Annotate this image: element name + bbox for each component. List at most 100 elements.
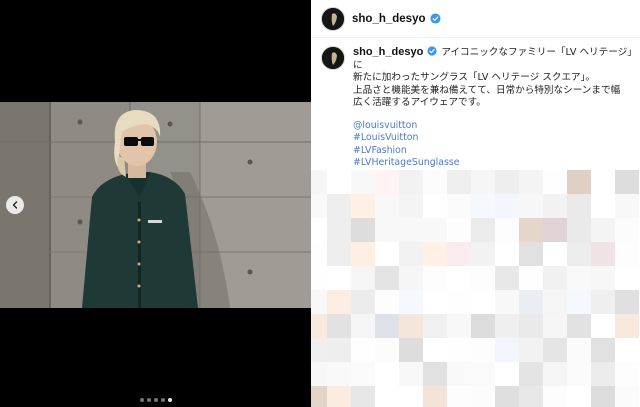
- caption-body: sho_h_desyo アイコニックなファミリー「LV ヘリテージ」に 新たに加…: [353, 46, 633, 169]
- mosaic-cell: [543, 266, 567, 290]
- verified-check-icon: [429, 13, 441, 24]
- mosaic-cell: [375, 170, 399, 194]
- avatar[interactable]: [321, 6, 345, 31]
- mosaic-cell: [311, 290, 327, 314]
- mosaic-cell: [591, 170, 615, 194]
- mosaic-cell: [311, 386, 327, 407]
- mosaic-cell: [399, 386, 423, 407]
- mosaic-cell: [591, 338, 615, 362]
- mosaic-cell: [351, 218, 375, 242]
- mosaic-cell: [375, 362, 399, 386]
- mosaic-cell: [351, 290, 375, 314]
- mosaic-cell: [311, 194, 327, 218]
- mosaic-cell: [447, 218, 471, 242]
- mosaic-cell: [495, 338, 519, 362]
- mosaic-cell: [543, 314, 567, 338]
- post-photo: [0, 102, 311, 308]
- post-header: sho_h_desyo: [311, 0, 640, 38]
- mosaic-cell: [327, 170, 351, 194]
- mosaic-cell: [423, 386, 447, 407]
- header-username[interactable]: sho_h_desyo: [352, 13, 426, 25]
- caption-username[interactable]: sho_h_desyo: [353, 46, 423, 58]
- mosaic-cell: [543, 194, 567, 218]
- mosaic-cell: [543, 338, 567, 362]
- mosaic-cell: [615, 386, 639, 407]
- mosaic-cell: [399, 218, 423, 242]
- mosaic-cell: [311, 338, 327, 362]
- post-media: [0, 0, 311, 407]
- mosaic-cell: [447, 266, 471, 290]
- mosaic-cell: [471, 362, 495, 386]
- verified-check-icon: [427, 46, 437, 56]
- mosaic-cell: [519, 338, 543, 362]
- carousel-prev-button[interactable]: [6, 196, 24, 214]
- mosaic-cell: [495, 242, 519, 266]
- mosaic-cell: [615, 194, 639, 218]
- mosaic-cell: [567, 170, 591, 194]
- caption-line: 新たに加わったサングラス「LV ヘリテージ スクエア」。: [353, 72, 596, 84]
- mosaic-cell: [495, 194, 519, 218]
- mosaic-cell: [519, 290, 543, 314]
- hashtag-link[interactable]: @louisvuitton: [353, 120, 633, 132]
- mosaic-cell: [591, 314, 615, 338]
- carousel-dot: [139, 398, 144, 402]
- mosaic-cell: [519, 218, 543, 242]
- mosaic-cell: [375, 386, 399, 407]
- mosaic-cell: [471, 290, 495, 314]
- mosaic-cell: [447, 194, 471, 218]
- mosaic-cell: [615, 218, 639, 242]
- mosaic-cell: [311, 314, 327, 338]
- mosaic-cell: [495, 386, 519, 407]
- mosaic-cell: [543, 242, 567, 266]
- mosaic-cell: [543, 170, 567, 194]
- mosaic-cell: [567, 218, 591, 242]
- mosaic-cell: [519, 362, 543, 386]
- mosaic-cell: [519, 386, 543, 407]
- mosaic-cell: [447, 170, 471, 194]
- mosaic-cell: [447, 290, 471, 314]
- carousel-dot: [160, 398, 165, 402]
- mosaic-cell: [591, 194, 615, 218]
- hashtag-link[interactable]: #LVFashion: [353, 145, 633, 157]
- mosaic-cell: [375, 194, 399, 218]
- hashtag-link[interactable]: #LVHeritageSunglasse: [353, 157, 633, 169]
- mosaic-cell: [327, 242, 351, 266]
- mosaic-cell: [447, 338, 471, 362]
- mosaic-cell: [519, 314, 543, 338]
- mosaic-cell: [423, 194, 447, 218]
- mosaic-cell: [591, 386, 615, 407]
- mosaic-cell: [495, 290, 519, 314]
- mosaic-cell: [399, 338, 423, 362]
- mosaic-cell: [471, 218, 495, 242]
- mosaic-cell: [543, 290, 567, 314]
- mosaic-cell: [495, 362, 519, 386]
- mosaic-cell: [423, 242, 447, 266]
- chevron-left-icon: [12, 201, 18, 209]
- mosaic-cell: [375, 338, 399, 362]
- carousel-indicator: [0, 398, 311, 402]
- mosaic-cell: [591, 266, 615, 290]
- mosaic-cell: [423, 218, 447, 242]
- mosaic-cell: [327, 194, 351, 218]
- mosaic-cell: [327, 266, 351, 290]
- caption-avatar[interactable]: [321, 46, 345, 70]
- mosaic-cell: [519, 170, 543, 194]
- mosaic-cell: [423, 362, 447, 386]
- post-caption: sho_h_desyo アイコニックなファミリー「LV ヘリテージ」に 新たに加…: [321, 46, 633, 169]
- mosaic-cell: [375, 218, 399, 242]
- hashtag-link[interactable]: #LouisVuitton: [353, 132, 633, 144]
- mosaic-cell: [591, 242, 615, 266]
- mosaic-cell: [423, 266, 447, 290]
- mosaic-cell: [351, 266, 375, 290]
- mosaic-cell: [351, 386, 375, 407]
- mosaic-cell: [615, 362, 639, 386]
- mosaic-cell: [399, 194, 423, 218]
- mosaic-cell: [375, 266, 399, 290]
- mosaic-cell: [399, 170, 423, 194]
- mosaic-cell: [615, 170, 639, 194]
- mosaic-cell: [327, 386, 351, 407]
- mosaic-cell: [591, 218, 615, 242]
- mosaic-cell: [567, 266, 591, 290]
- mosaic-cell: [447, 386, 471, 407]
- hashtag-list: @louisvuitton #LouisVuitton #LVFashion #…: [353, 120, 633, 169]
